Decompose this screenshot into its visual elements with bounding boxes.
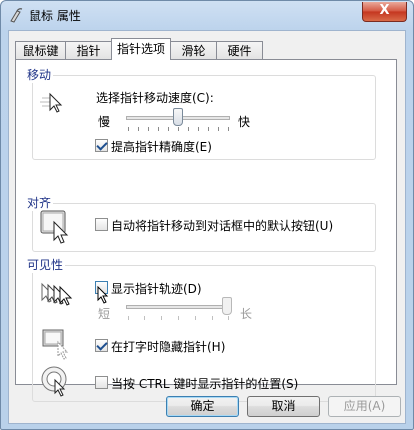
mouse-properties-window: 鼠标 属性 X 鼠标键 指针 指针选项 滑轮 硬件 移动 选择指针移动速度(C)… [0,0,414,430]
speed-tick [148,127,149,131]
pointer-trails-label[interactable]: 显示指针轨迹(D) [111,280,202,297]
speed-tick [228,127,229,131]
trails-tick [128,316,129,320]
ok-button[interactable]: 确定 [166,396,239,417]
trails-tick [178,316,179,320]
speed-tick [188,127,189,131]
precision-label[interactable]: 提高指针精确度(E) [111,138,212,155]
tab-pointers[interactable]: 指针 [65,41,112,59]
motion-group-label: 移动 [25,66,54,83]
trails-tick [161,316,162,320]
close-button[interactable]: X [362,2,407,22]
pointer-options-panel: 移动 选择指针移动速度(C): 慢 快 提高指针精确度(E) 对齐 自动将指针移… [15,59,397,402]
snap-group-label: 对齐 [25,194,54,211]
trails-tick [195,316,196,320]
trails-tick [144,316,145,320]
fast-label: 快 [238,115,251,129]
trails-tick [228,316,229,320]
window-title: 鼠标 属性 [29,9,81,23]
ctrl-locate-label[interactable]: 当按 CTRL 键时显示指针的位置(S) [111,375,298,392]
speed-tick [168,127,169,131]
speed-label: 选择指针移动速度(C): [96,91,214,105]
tab-hardware[interactable]: 硬件 [216,41,263,59]
visibility-group-label: 可见性 [25,256,66,273]
snap-to-icon [40,210,69,244]
snap-to-default-label[interactable]: 自动将指针移动到对话框中的默认按钮(U) [111,217,333,234]
ctrl-locate-icon [41,366,67,397]
speed-tick [208,127,209,131]
speed-tick [178,127,179,131]
tab-pointer-options[interactable]: 指针选项 [111,38,171,60]
tab-wheel[interactable]: 滑轮 [170,41,217,59]
pointer-trails-icon [41,282,73,306]
pointer-speed-icon [40,92,63,113]
mouse-app-icon [10,8,23,23]
precision-checkbox[interactable] [95,139,108,152]
speed-tick [158,127,159,131]
slow-label: 慢 [98,115,111,129]
speed-tick [218,127,219,131]
trails-tick [212,316,213,320]
speed-slider-thumb[interactable] [173,108,183,126]
speed-tick [138,127,139,131]
snap-to-default-checkbox[interactable] [95,218,108,231]
ctrl-locate-checkbox[interactable] [95,376,108,389]
hide-while-typing-icon [42,329,69,360]
speed-tick [128,127,129,131]
title-bar: 鼠标 属性 X [1,1,413,29]
cancel-button[interactable]: 取消 [247,396,320,417]
speed-tick [198,127,199,131]
hide-while-typing-label[interactable]: 在打字时隐藏指针(H) [111,338,225,355]
mouse-cursor-icon [97,286,109,304]
hide-while-typing-checkbox[interactable] [95,339,108,352]
dialog-client: 鼠标键 指针 指针选项 滑轮 硬件 移动 选择指针移动速度(C): 慢 快 提高… [8,30,406,424]
apply-button[interactable]: 应用(A) [328,396,401,417]
tab-buttons[interactable]: 鼠标键 [15,41,66,59]
trails-slider-track[interactable] [126,305,230,309]
short-label: 短 [98,307,111,321]
long-label: 长 [240,307,253,321]
trails-slider-thumb[interactable] [222,297,232,315]
